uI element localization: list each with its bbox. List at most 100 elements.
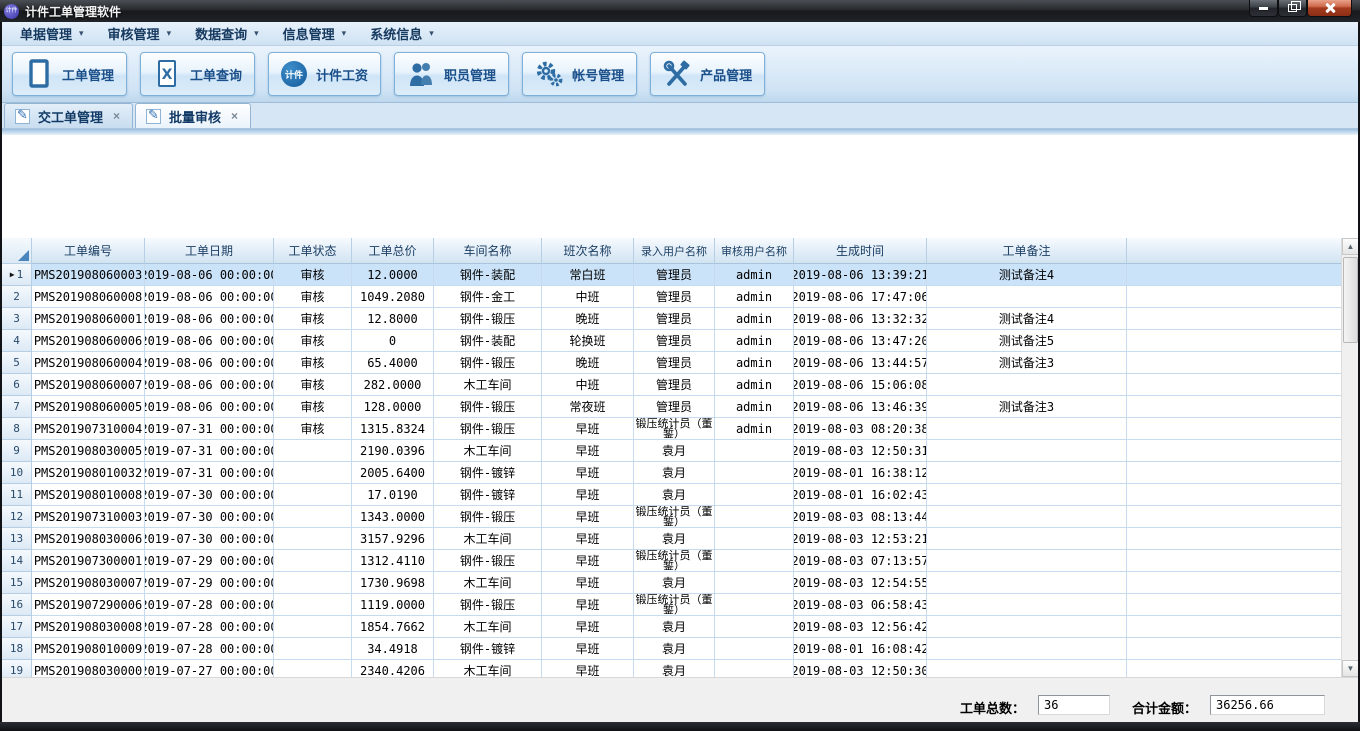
close-button[interactable] (1307, 0, 1352, 17)
cell-order_no: PMS201908060008 (32, 286, 145, 308)
cell-workshop: 木工车间 (434, 440, 542, 462)
cell-filler (1127, 330, 1341, 352)
table-row[interactable]: 8PMS2019073100042019-07-31 00:00:00审核131… (2, 418, 1341, 440)
row-number: 4 (13, 334, 20, 347)
row-number-cell: 6 (2, 374, 32, 396)
column-header-remark[interactable]: 工单备注 (927, 238, 1127, 264)
column-header-date[interactable]: 工单日期 (145, 238, 274, 264)
table-row[interactable]: 12PMS2019073100032019-07-30 00:00:001343… (2, 506, 1341, 528)
cell-remark (927, 660, 1127, 677)
cell-workshop: 钢件-锻压 (434, 418, 542, 440)
cell-status: 审核 (274, 330, 352, 352)
row-selector-header[interactable] (2, 238, 32, 264)
tab-close-icon[interactable]: × (229, 109, 240, 123)
cell-workshop: 木工车间 (434, 572, 542, 594)
cell-entry_user: 管理员 (634, 352, 715, 374)
toolbar-button-6[interactable]: 产品管理 (650, 52, 765, 96)
cell-total: 3157.9296 (352, 528, 434, 550)
row-number-cell: 2 (2, 286, 32, 308)
cell-status: 审核 (274, 352, 352, 374)
toolbar-button-4[interactable]: 职员管理 (394, 52, 509, 96)
toolbar-button-5[interactable]: 帐号管理 (522, 52, 637, 96)
cell-remark (927, 462, 1127, 484)
scroll-down-button[interactable]: ▼ (1342, 660, 1358, 677)
table-row[interactable]: 18PMS2019080100092019-07-28 00:00:0034.4… (2, 638, 1341, 660)
menu-item-5[interactable]: 系统信息▾ (358, 22, 446, 45)
row-number: 3 (13, 312, 20, 325)
maximize-button[interactable] (1278, 0, 1307, 17)
table-row[interactable]: 7PMS2019080600052019-08-06 00:00:00审核128… (2, 396, 1341, 418)
tab-2[interactable]: ✎批量审核× (135, 103, 251, 128)
cell-workshop: 钢件-镀锌 (434, 462, 542, 484)
people-icon (407, 59, 435, 89)
table-header-row: 工单编号工单日期工单状态工单总价车间名称班次名称录入用户名称审核用户名称生成时间… (2, 238, 1341, 264)
tools-icon (663, 59, 691, 89)
scrollbar-thumb[interactable] (1343, 257, 1358, 343)
cell-total: 2340.4206 (352, 660, 434, 677)
vertical-scrollbar[interactable]: ▲ ▼ (1341, 238, 1358, 677)
minimize-button[interactable] (1249, 0, 1278, 17)
cell-audit_user (715, 506, 794, 528)
cell-created: 2019-08-03 07:13:57 (794, 550, 927, 572)
table-row[interactable]: 10PMS2019080100322019-07-31 00:00:002005… (2, 462, 1341, 484)
row-number-cell: 19 (2, 660, 32, 677)
table-row[interactable]: 11PMS2019080100082019-07-30 00:00:0017.0… (2, 484, 1341, 506)
table-row[interactable]: 13PMS2019080300062019-07-30 00:00:003157… (2, 528, 1341, 550)
toolbar-button-1[interactable]: 工单管理 (12, 52, 127, 96)
row-number-cell: 17 (2, 616, 32, 638)
cell-total: 34.4918 (352, 638, 434, 660)
table-row[interactable]: 16PMS2019072900062019-07-28 00:00:001119… (2, 594, 1341, 616)
cell-remark (927, 506, 1127, 528)
table-row[interactable]: 6PMS2019080600072019-08-06 00:00:00审核282… (2, 374, 1341, 396)
cell-shift: 早班 (542, 418, 634, 440)
cell-audit_user: admin (715, 286, 794, 308)
column-header-status[interactable]: 工单状态 (274, 238, 352, 264)
cell-workshop: 钢件-锻压 (434, 594, 542, 616)
scroll-up-button[interactable]: ▲ (1342, 238, 1358, 255)
column-header-created[interactable]: 生成时间 (794, 238, 927, 264)
menu-item-4[interactable]: 信息管理▾ (271, 22, 359, 45)
table-row[interactable]: 19PMS2019080300002019-07-27 00:00:002340… (2, 660, 1341, 677)
cell-shift: 早班 (542, 440, 634, 462)
menu-item-3[interactable]: 数据查询▾ (183, 22, 271, 45)
cell-audit_user (715, 484, 794, 506)
column-header-audit_user[interactable]: 审核用户名称 (715, 238, 794, 264)
table-row[interactable]: 2PMS2019080600082019-08-06 00:00:00审核104… (2, 286, 1341, 308)
cell-created: 2019-08-03 08:13:44 (794, 506, 927, 528)
table-row[interactable]: 15PMS2019080300072019-07-29 00:00:001730… (2, 572, 1341, 594)
cell-shift: 晚班 (542, 352, 634, 374)
cell-date: 2019-08-06 00:00:00 (145, 264, 274, 286)
column-header-shift[interactable]: 班次名称 (542, 238, 634, 264)
minimize-icon (1259, 7, 1268, 10)
cell-entry_user: 袁月 (634, 616, 715, 638)
row-number: 10 (10, 466, 23, 479)
table-row[interactable]: 17PMS2019080300082019-07-28 00:00:001854… (2, 616, 1341, 638)
toolbar-button-2[interactable]: X工单查询 (140, 52, 255, 96)
menu-item-label: 信息管理 (283, 24, 335, 43)
row-number-cell: 18 (2, 638, 32, 660)
column-header-order_no[interactable]: 工单编号 (32, 238, 145, 264)
menu-item-1[interactable]: 单据管理▾ (8, 22, 96, 45)
cell-audit_user (715, 638, 794, 660)
tab-close-icon[interactable]: × (111, 109, 122, 123)
cell-workshop: 钢件-锻压 (434, 396, 542, 418)
cell-date: 2019-07-28 00:00:00 (145, 594, 274, 616)
toolbar-button-3[interactable]: 计件计件工资 (268, 52, 381, 96)
close-icon (1324, 2, 1336, 14)
table-row[interactable]: 3PMS2019080600012019-08-06 00:00:00审核12.… (2, 308, 1341, 330)
row-number: 5 (13, 356, 20, 369)
cell-shift: 中班 (542, 286, 634, 308)
table-row[interactable]: ▶1PMS2019080600032019-08-06 00:00:00审核12… (2, 264, 1341, 286)
cell-created: 2019-08-06 13:44:57 (794, 352, 927, 374)
table-row[interactable]: 14PMS2019073000012019-07-29 00:00:001312… (2, 550, 1341, 572)
table-row[interactable]: 5PMS2019080600042019-08-06 00:00:00审核65.… (2, 352, 1341, 374)
column-header-total[interactable]: 工单总价 (352, 238, 434, 264)
column-header-entry_user[interactable]: 录入用户名称 (634, 238, 715, 264)
column-header-workshop[interactable]: 车间名称 (434, 238, 542, 264)
cell-created: 2019-08-03 12:50:31 (794, 440, 927, 462)
table-row[interactable]: 4PMS2019080600062019-08-06 00:00:00审核0钢件… (2, 330, 1341, 352)
menu-item-2[interactable]: 审核管理▾ (96, 22, 184, 45)
maximize-icon (1288, 4, 1297, 12)
tab-1[interactable]: ✎交工单管理× (4, 103, 133, 128)
table-row[interactable]: 9PMS2019080300052019-07-31 00:00:002190.… (2, 440, 1341, 462)
